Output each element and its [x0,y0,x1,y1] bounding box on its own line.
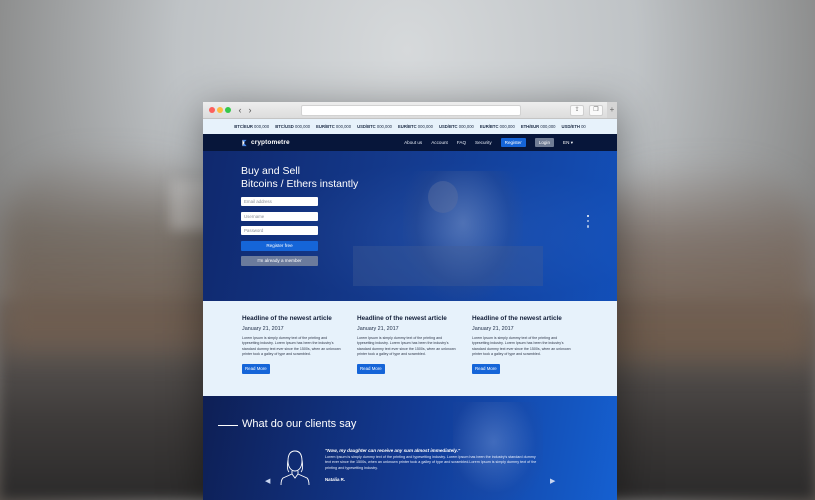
read-more-button[interactable]: Read More [357,363,385,374]
menu-about-us[interactable]: About us [404,140,422,145]
price-ticker: BTC/EUR 000,000 BTC/USD 000,000 EUR/BTC … [203,119,617,134]
slider-dot[interactable] [586,220,589,223]
email-field[interactable]: Email address [241,197,318,206]
ticker-item: EUR/BTC 000,000 [398,124,433,129]
ticker-item: BTC/EUR 000,000 [234,124,270,129]
hero-background-head [428,181,458,213]
section-title-rule [218,425,238,426]
read-more-button[interactable]: Read More [242,363,270,374]
article-excerpt: Lorem Ipsum is simply dummy text of the … [242,336,341,356]
language-selector[interactable]: EN ▾ [563,140,573,146]
article-excerpt: Lorem Ipsum is simply dummy text of the … [472,336,571,356]
tabs-icon[interactable]: ❐ [589,105,603,116]
address-bar[interactable] [301,105,521,116]
article-date: January 21, 2017 [242,326,284,332]
article-excerpt: Lorem Ipsum is simply dummy text of the … [357,336,456,356]
caret-down-icon: ▾ [570,139,573,145]
article-date: January 21, 2017 [472,326,514,332]
already-member-button[interactable]: I'm already a member [241,256,318,266]
slider-dot[interactable] [586,225,589,228]
testimonials-title: What do our clients say [242,418,357,430]
share-icon[interactable]: ⇪ [570,105,584,116]
login-button[interactable]: Login [534,138,555,147]
testimonial-author: Natalia R. [325,477,346,482]
register-button[interactable]: Register [500,138,526,147]
minimize-window-button[interactable] [217,107,223,113]
maximize-window-button[interactable] [225,107,231,113]
logo-text: cryptometre [251,139,290,146]
testimonial-background-photo [453,402,543,500]
hero-title-line1: Buy and Sell [241,165,300,177]
article-card: Headline of the newest article January 2… [357,315,457,375]
register-free-button[interactable]: Register free [241,241,318,251]
new-tab-icon[interactable]: + [607,102,617,118]
news-section: Headline of the newest article January 2… [203,301,617,396]
menu-account[interactable]: Account [431,140,448,145]
main-menu: About us Account FAQ Security Register L… [404,138,573,147]
password-field[interactable]: Password [241,226,318,235]
ticker-item: USD/BTC 000,000 [438,124,474,129]
testimonial-quote: "Now, my daughter can receive any sum al… [325,448,461,453]
menu-security[interactable]: Security [475,140,492,145]
logo[interactable]: cryptometre [241,137,290,148]
username-field[interactable]: Username [241,212,318,221]
user-avatar-icon [280,450,310,486]
cryptometre-logo-icon [242,139,247,146]
ticker-item: USD/ETH 00 [561,124,586,129]
chevron-right-icon[interactable]: ▶ [550,478,555,486]
hero-section: Buy and Sell Bitcoins / Ethers instantly… [203,151,617,301]
chevron-left-icon[interactable]: ◀ [265,478,270,486]
testimonial-body: Lorem Ipsum is simply dummy text of the … [325,455,537,470]
ticker-item: EUR/BTC 000,000 [479,124,515,129]
article-headline[interactable]: Headline of the newest article [357,315,457,323]
site-header: cryptometre About us Account FAQ Securit… [203,134,617,151]
hero-slider-dots [586,215,589,228]
ticker-item: ETH/EUR 000,000 [520,124,556,129]
browser-window: ‹ › ⇪ ❐ + BTC/EUR 000,000 BTC/USD 000,00… [203,102,617,500]
slider-dot[interactable] [586,215,589,218]
hero-title-line2: Bitcoins / Ethers instantly [241,178,359,190]
close-window-button[interactable] [209,107,215,113]
back-arrow-icon[interactable]: ‹ [235,105,245,115]
testimonials-section: What do our clients say "Now, my daughte… [203,396,617,500]
article-date: January 21, 2017 [357,326,399,332]
ticker-item: BTC/USD 000,000 [275,124,311,129]
article-card: Headline of the newest article January 2… [242,315,342,375]
hero-background-desk [353,246,543,286]
ticker-item: USD/BTC 000,000 [357,124,392,129]
article-headline[interactable]: Headline of the newest article [242,315,342,323]
ticker-item: EUR/BTC 000,000 [316,124,352,129]
article-headline[interactable]: Headline of the newest article [472,315,572,323]
hero-title: Buy and Sell Bitcoins / Ethers instantly [241,165,421,191]
language-label: EN [563,139,570,145]
read-more-button[interactable]: Read More [472,363,500,374]
menu-faq[interactable]: FAQ [457,140,466,145]
forward-arrow-icon[interactable]: › [245,105,255,115]
browser-toolbar: ‹ › ⇪ ❐ + [203,102,617,119]
article-card: Headline of the newest article January 2… [472,315,572,375]
